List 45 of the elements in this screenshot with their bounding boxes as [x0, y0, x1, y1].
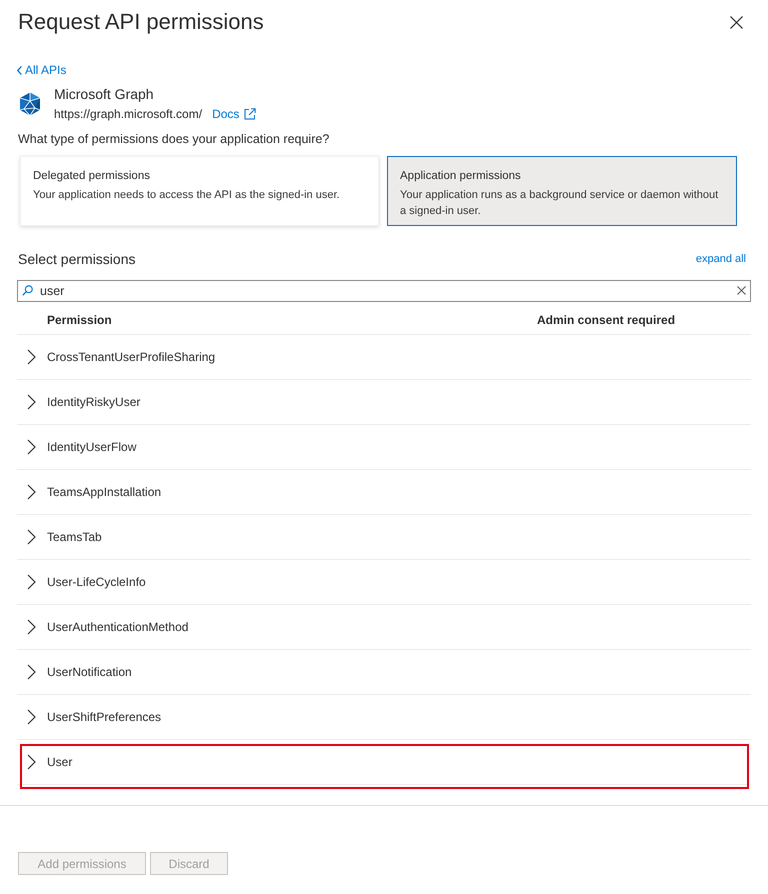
- card-title: Application permissions: [400, 169, 521, 183]
- chevron-right-icon[interactable]: [27, 349, 36, 365]
- close-button[interactable]: [728, 14, 744, 30]
- permission-name: UserNotification: [47, 665, 132, 679]
- close-icon: [730, 16, 742, 28]
- chevron-right-icon[interactable]: [27, 619, 36, 635]
- expand-all-link[interactable]: expand all: [696, 252, 746, 266]
- permission-name: TeamsAppInstallation: [47, 485, 162, 499]
- chevron-right-icon[interactable]: [27, 484, 36, 500]
- api-url: https://graph.microsoft.com/: [54, 107, 202, 121]
- chevron-right-icon[interactable]: [27, 664, 36, 680]
- permission-name: UserShiftPreferences: [47, 710, 162, 724]
- permission-name: User: [47, 755, 72, 769]
- permission-name: TeamsTab: [47, 530, 102, 544]
- clear-button[interactable]: [736, 285, 746, 295]
- api-name: Microsoft Graph: [54, 86, 155, 102]
- chevron-right-icon[interactable]: [27, 574, 36, 590]
- back-link[interactable]: All APIs: [17, 63, 66, 77]
- section-heading: Select permissions: [18, 250, 136, 268]
- docs-link[interactable]: Docs: [212, 107, 256, 121]
- permission-name: User-LifeCycleInfo: [47, 575, 146, 589]
- chevron-right-icon[interactable]: [27, 394, 36, 410]
- permission-type-card[interactable]: Application permissions Your application runs as a background service or daemon without a signed-in user.: [387, 156, 737, 226]
- search-icon: [22, 285, 33, 296]
- question-text: What type of permissions does your application require?: [18, 132, 330, 147]
- chevron-right-icon[interactable]: [27, 709, 36, 725]
- chevron-left-icon: [17, 66, 22, 74]
- chevron-right-icon[interactable]: [27, 439, 36, 455]
- permission-name: IdentityUserFlow: [47, 440, 136, 454]
- card-title: Delegated permissions: [33, 169, 150, 183]
- polyhedron-logo-icon: [18, 92, 42, 116]
- card-description: Your application needs to access the API as the signed-in user.: [33, 188, 340, 203]
- chevron-right-icon[interactable]: [27, 529, 36, 545]
- permission-name: CrossTenantUserProfileSharing: [47, 350, 216, 364]
- column-header: Permission: [47, 312, 113, 329]
- search-field[interactable]: user: [17, 280, 751, 302]
- permission-name: IdentityRiskyUser: [47, 395, 140, 409]
- clear-icon: [736, 286, 746, 294]
- permission-name: UserAuthenticationMethod: [47, 620, 188, 634]
- external-link-icon: [244, 108, 256, 120]
- column-header: Admin consent required: [537, 312, 676, 329]
- dialog-title: Request API permissions: [18, 8, 264, 36]
- card-description: Your application runs as a background service or daemon without a signed-in user.: [400, 188, 720, 219]
- permission-type-card[interactable]: Delegated permissions Your application needs to access the API as the signed-in user.: [20, 156, 379, 226]
- chevron-right-icon[interactable]: [27, 754, 36, 770]
